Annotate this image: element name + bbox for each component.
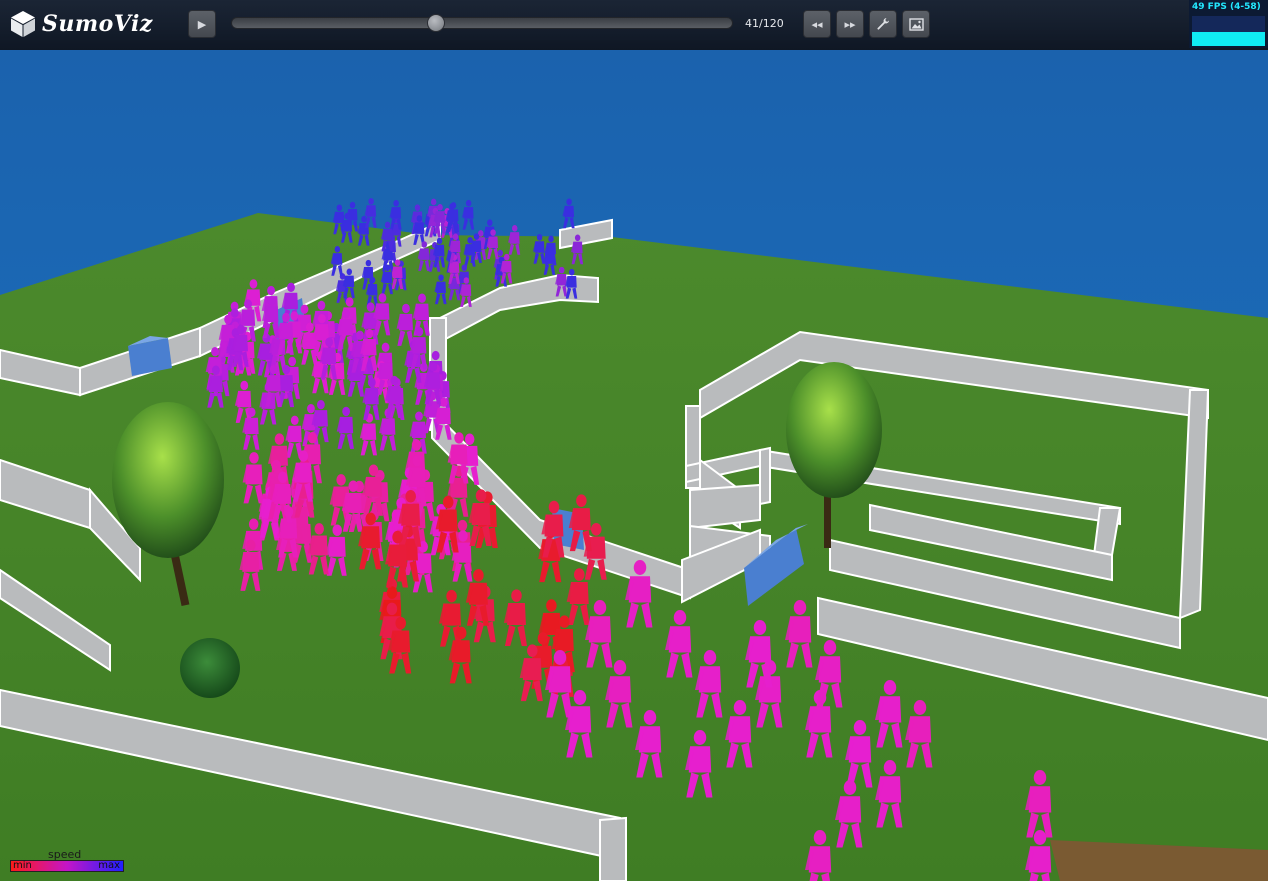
image-icon: [908, 17, 924, 31]
screenshot-button[interactable]: [902, 10, 930, 38]
frame-counter: 41/120: [745, 17, 784, 30]
speed-legend: speed min max: [10, 848, 124, 873]
fps-graph-fill: [1192, 32, 1265, 46]
bush: [180, 638, 240, 698]
fps-stats-panel: 49 FPS (4-58): [1189, 0, 1268, 48]
fps-graph: [1192, 16, 1265, 46]
app-logo: SumoViz: [10, 9, 153, 39]
legend-max-label: max: [98, 860, 120, 871]
rewind-icon: ◂◂: [811, 17, 823, 31]
app-title: SumoViz: [42, 11, 153, 37]
rewind-button[interactable]: ◂◂: [803, 10, 831, 38]
cube-icon: [11, 11, 35, 37]
fast-forward-button[interactable]: ▸▸: [836, 10, 864, 38]
fps-label: 49 FPS (4-58): [1192, 2, 1261, 12]
legend-min-label: min: [13, 860, 32, 871]
fast-forward-icon: ▸▸: [844, 17, 856, 31]
simulation-viewport[interactable]: [0, 50, 1268, 881]
top-toolbar: SumoViz ▶ 41/120 ◂◂ ▸▸ 49 FPS (4-58): [0, 0, 1268, 51]
play-button[interactable]: ▶: [188, 10, 216, 38]
wrench-icon: [877, 18, 889, 30]
settings-button[interactable]: [869, 10, 897, 38]
timeline-slider-handle[interactable]: [427, 14, 446, 32]
play-icon: ▶: [197, 17, 207, 31]
timeline-slider[interactable]: [231, 14, 733, 32]
